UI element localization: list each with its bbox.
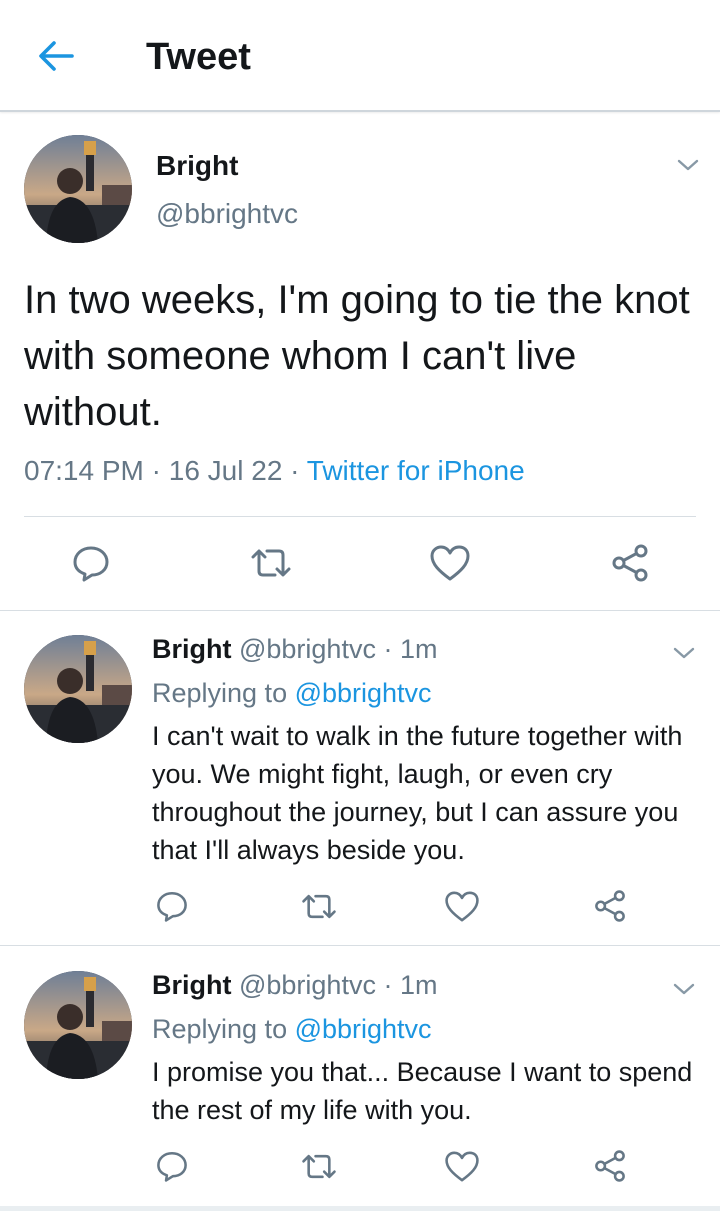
replying-to: Replying to @bbrightvc xyxy=(152,1014,432,1045)
share-icon xyxy=(595,890,625,922)
retweet-button[interactable] xyxy=(296,1146,342,1186)
replying-to-label: Replying to xyxy=(152,1014,295,1044)
share-button[interactable] xyxy=(604,540,656,586)
reply-author-name[interactable]: Bright xyxy=(152,634,231,664)
reply-author-name[interactable]: Bright xyxy=(152,970,231,1000)
author-name[interactable]: Bright xyxy=(156,150,238,182)
top-bar: Tweet xyxy=(0,0,720,112)
meta-separator: · xyxy=(282,455,307,486)
reply-icon xyxy=(73,546,109,582)
heart-icon xyxy=(445,1151,479,1181)
reply-menu-button[interactable] xyxy=(666,638,702,668)
like-button[interactable] xyxy=(424,540,476,586)
divider xyxy=(0,610,720,611)
share-icon xyxy=(612,544,648,582)
avatar[interactable] xyxy=(24,635,132,743)
heart-icon xyxy=(445,890,479,921)
replying-to: Replying to @bbrightvc xyxy=(152,678,432,709)
mention-link[interactable]: @bbrightvc xyxy=(295,1014,432,1044)
retweet-button[interactable] xyxy=(296,886,342,926)
reply-button[interactable] xyxy=(150,1146,194,1186)
retweet-button[interactable] xyxy=(245,540,297,586)
back-button[interactable] xyxy=(32,36,80,76)
reply-icon xyxy=(157,1151,187,1182)
meta-separator: · xyxy=(143,455,169,486)
reply-button[interactable] xyxy=(66,540,116,586)
tweet-date: 16 Jul 22 xyxy=(168,455,283,486)
share-button[interactable] xyxy=(588,886,632,926)
tweet-menu-button[interactable] xyxy=(670,150,706,180)
avatar[interactable] xyxy=(24,971,132,1079)
reply-icon xyxy=(157,891,187,922)
reply-text: I promise you that... Because I want to … xyxy=(152,1057,693,1125)
reply-author-handle: @bbrightvc · 1m xyxy=(231,970,438,1000)
chevron-down-icon xyxy=(677,159,699,171)
tweet-meta: 07:14 PM · 16 Jul 22 · Twitter for iPhon… xyxy=(24,455,525,487)
chevron-down-icon xyxy=(673,647,695,659)
replying-to-label: Replying to xyxy=(152,678,295,708)
chevron-down-icon xyxy=(673,983,695,995)
reply-author-handle: @bbrightvc · 1m xyxy=(231,634,438,664)
retweet-icon xyxy=(251,549,291,577)
divider xyxy=(24,516,696,517)
tweet-text: In two weeks, I'm going to tie the knot … xyxy=(24,278,690,434)
like-button[interactable] xyxy=(440,1146,484,1186)
reply-header: Bright @bbrightvc · 1m xyxy=(152,970,437,1001)
share-button[interactable] xyxy=(588,1146,632,1186)
retweet-icon xyxy=(302,894,336,918)
author-handle[interactable]: @bbrightvc xyxy=(156,198,298,230)
divider xyxy=(0,945,720,946)
tweet-time: 07:14 PM xyxy=(24,455,144,486)
mention-link[interactable]: @bbrightvc xyxy=(295,678,432,708)
reply-text: I can't wait to walk in the future toget… xyxy=(152,721,683,865)
arrow-left-icon xyxy=(39,41,74,71)
heart-icon xyxy=(430,545,470,581)
bottom-edge xyxy=(0,1206,720,1211)
tweet-source-link[interactable]: Twitter for iPhone xyxy=(307,455,525,486)
like-button[interactable] xyxy=(440,886,484,926)
reply-menu-button[interactable] xyxy=(666,974,702,1004)
reply-header: Bright @bbrightvc · 1m xyxy=(152,634,437,665)
avatar[interactable] xyxy=(24,135,132,243)
reply-button[interactable] xyxy=(150,886,194,926)
retweet-icon xyxy=(302,1154,336,1178)
page-title: Tweet xyxy=(146,36,251,78)
share-icon xyxy=(595,1150,625,1182)
